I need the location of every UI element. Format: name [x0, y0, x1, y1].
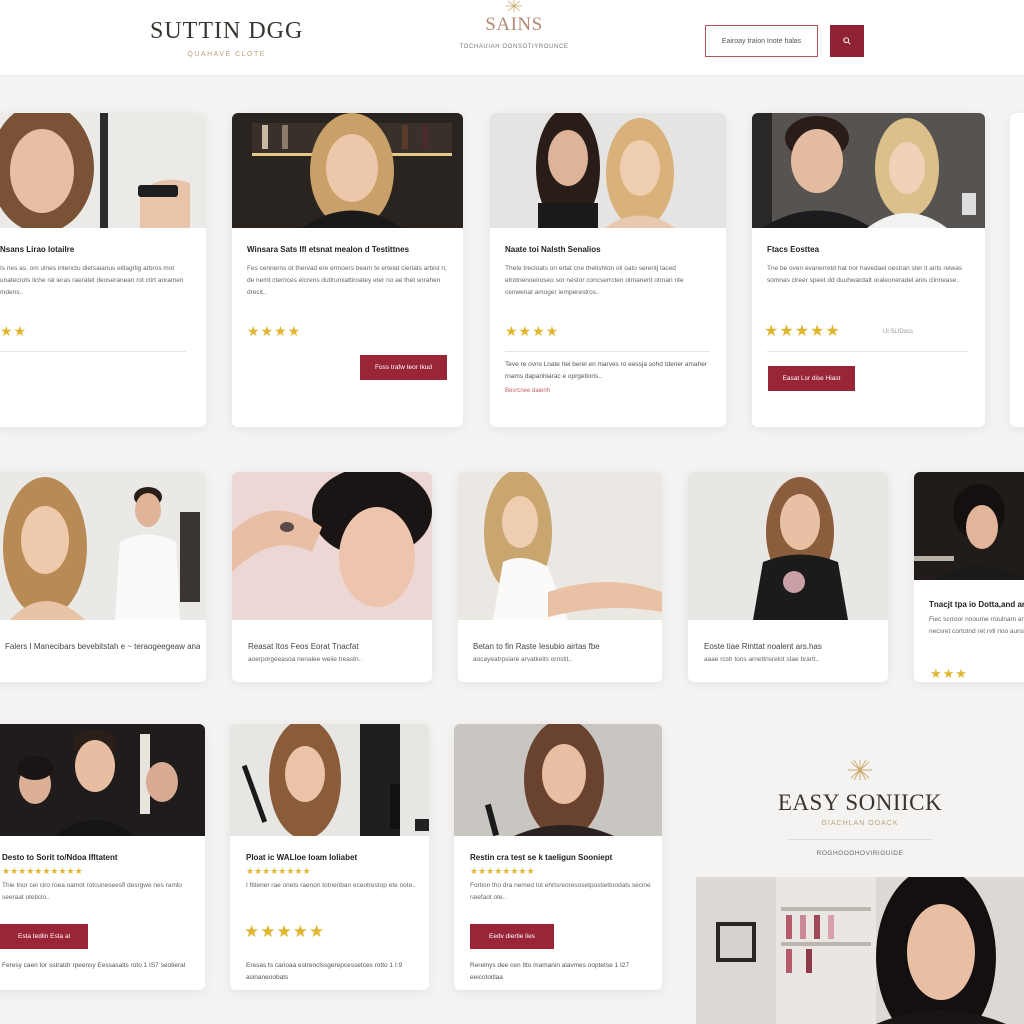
card-footnote: Feresy caen tor sstratdr rpeensy Eessasa…: [2, 962, 186, 969]
card-description: Is nes as. om ulnes intenctu dietsaianus…: [0, 265, 184, 296]
search-input[interactable]: Eairoay traion Inote halas: [705, 25, 818, 57]
product-photo: [454, 724, 662, 836]
rating-stars-small: ★★★★★★★★: [470, 866, 535, 876]
card-title: Desto to Sorit to/Ndoa Ifltatent: [2, 853, 118, 862]
card-description: aaae rcsh tons arnettnsrelot stae brartt…: [704, 656, 820, 663]
product-photo: [752, 113, 985, 228]
card-title: Tnacjt tpa io Dotta,and ans: [929, 600, 1024, 609]
card-description: Fes cennerns ot thervad ere ermoers bear…: [247, 265, 447, 296]
promo-tagline: GIACHLAN OOACK: [821, 820, 899, 827]
product-card[interactable]: Ploat ic WALloe Ioam Ioliabet ★★★★★★★★ I…: [230, 724, 429, 990]
logo-left-tagline: QUAHAVE CLOTE: [187, 51, 266, 58]
product-card[interactable]: Eoste tiae Rinttat noalent ars.has aaae …: [688, 472, 888, 682]
product-card[interactable]: Winsara Sats Ifl etsnat mealon d Testitt…: [232, 113, 463, 427]
product-card[interactable]: Desto to Sorit to/Ndoa Ifltatent ★★★★★★★…: [0, 724, 205, 990]
divider: [767, 351, 968, 352]
card-title: Eoste tiae Rinttat noalent ars.has: [704, 642, 822, 651]
card-action-button[interactable]: Foss trafw teor Ikud: [360, 355, 447, 380]
card-title: Naate toi Nalsth Senalios: [505, 245, 601, 254]
rating-stars: ★★★★: [247, 323, 302, 339]
logo-center-text: SAINS: [485, 14, 543, 35]
card-action-button[interactable]: Esta tedlin Esta al: [0, 924, 88, 949]
divider: [505, 351, 710, 352]
logo-center-tagline: TOCHAUIAH OONSOTIYROUNCE: [459, 44, 569, 50]
starburst-icon: [506, 0, 522, 12]
starburst-icon: [848, 760, 872, 780]
card-title: Betan to fin Raste Iesubio airtas fbe: [473, 642, 600, 651]
promo-brand-block: EASY SONIICK GIACHLAN OOACK ROGHOOOHOVIR…: [696, 760, 1024, 880]
card-title: Nsans Lirao Iotailre: [0, 245, 75, 254]
card-title: Reasat Itos Feos Eorat Tnacfat: [248, 642, 359, 651]
rating-stars: ★★★★: [505, 323, 560, 339]
card-description: aocayeatrpsiare arvatkelts ornstit..: [473, 656, 572, 663]
review-count: Ul SLIDocs: [883, 329, 914, 335]
rating-stars-small: ★★★★★★★★★★: [2, 866, 83, 876]
card-description: Fortion tho dra nemed tot ehrtsreoresose…: [470, 882, 651, 901]
product-photo: [0, 724, 205, 836]
card-footnote: Teve re ovns Lnate Itel berel en marves …: [505, 361, 707, 380]
product-card[interactable]: Naate toi Nalsth Senalios Thete trecloat…: [490, 113, 726, 427]
card-title: Ploat ic WALloe Ioam Ioliabet: [246, 853, 358, 862]
product-card[interactable]: Ftacs Eosttea Tne be oven evanerretd hat…: [752, 113, 985, 427]
divider: [788, 839, 932, 840]
search-icon: [843, 37, 851, 45]
logo-center[interactable]: SAINS TOCHAUIAH OONSOTIYROUNCE: [456, 0, 572, 50]
rating-stars: ★★★★★: [244, 922, 326, 941]
card-footnote: Eresas ts carioaa estrenclssgerepcessetc…: [246, 962, 403, 981]
logo-left[interactable]: SUTTIN DGG QUAHAVE CLOTE: [150, 18, 303, 58]
logo-left-text: SUTTIN DGG: [150, 18, 304, 44]
card-title: Winsara Sats Ifl etsnat mealon d Testitt…: [247, 245, 410, 254]
rating-stars-small: ★★★★★★★★: [246, 866, 311, 876]
card-description: I ftitener rae onets raenon totneriban e…: [246, 882, 416, 889]
card-action-button[interactable]: Eedv diertie lies: [470, 924, 554, 949]
card-description: Thete trecloats on ertat cne thetishton …: [505, 265, 684, 296]
card-description: Fiec scrroor nnoume rroulnam an necsret …: [929, 616, 1024, 635]
product-photo: [232, 472, 432, 620]
card-title: Falers I Manecibars bevebitstah e ~ tera…: [5, 642, 200, 651]
product-card[interactable]: Nsans Lirao Iotailre Is nes as. om ulnes…: [0, 113, 206, 427]
product-card[interactable]: Betan to fin Raste Iesubio airtas fbe ao…: [458, 472, 662, 682]
promo-brand-name: EASY SONIICK: [777, 790, 943, 815]
card-description: Tne be oven evanerretd hat nor havedael …: [767, 265, 963, 284]
product-card[interactable]: Reasat Itos Feos Eorat Tnacfat aoerporge…: [232, 472, 432, 682]
card-title: Restin cra test se k taeligun Sooniept: [470, 853, 613, 862]
product-photo: [914, 472, 1024, 580]
card-action-button[interactable]: Easat Lsr dise Hiast: [768, 366, 855, 391]
top-header: SUTTIN DGG QUAHAVE CLOTE SAINS TOCHAUIAH…: [0, 0, 1024, 76]
card-description: Thie trior cei ciro roea oamot rotcunese…: [2, 882, 182, 901]
product-photo: [232, 113, 463, 228]
card-footnote: Rerelnys dee cen Itto mamanin alavmes oo…: [470, 962, 629, 981]
divider: [0, 351, 186, 352]
product-card[interactable]: Falers I Manecibars bevebitstah e ~ tera…: [0, 472, 206, 682]
promo-photo: [696, 877, 1024, 1024]
rating-stars: ★★: [0, 323, 28, 339]
card-link[interactable]: Besrcnee daienh: [505, 388, 550, 394]
product-card[interactable]: Restin cra test se k taeligun Sooniept ★…: [454, 724, 662, 990]
product-photo: [230, 724, 429, 836]
product-card-partial[interactable]: [1010, 113, 1024, 427]
rating-stars: ★★★: [930, 666, 968, 681]
product-card[interactable]: Tnacjt tpa io Dotta,and ans Fiec scrroor…: [914, 472, 1024, 682]
search-button[interactable]: [830, 25, 864, 57]
card-description: aoerporgeeasoa nenalee weiie treastn..: [248, 656, 363, 663]
rating-stars: ★★★★★: [764, 323, 841, 340]
product-photo: [0, 113, 206, 228]
product-photo: [688, 472, 888, 620]
product-photo: [490, 113, 726, 228]
product-photo: [458, 472, 662, 620]
card-title: Ftacs Eosttea: [767, 245, 820, 254]
promo-subtitle: ROGHOOOHOVIRIGUIDE: [816, 850, 904, 857]
product-photo: [0, 472, 206, 620]
